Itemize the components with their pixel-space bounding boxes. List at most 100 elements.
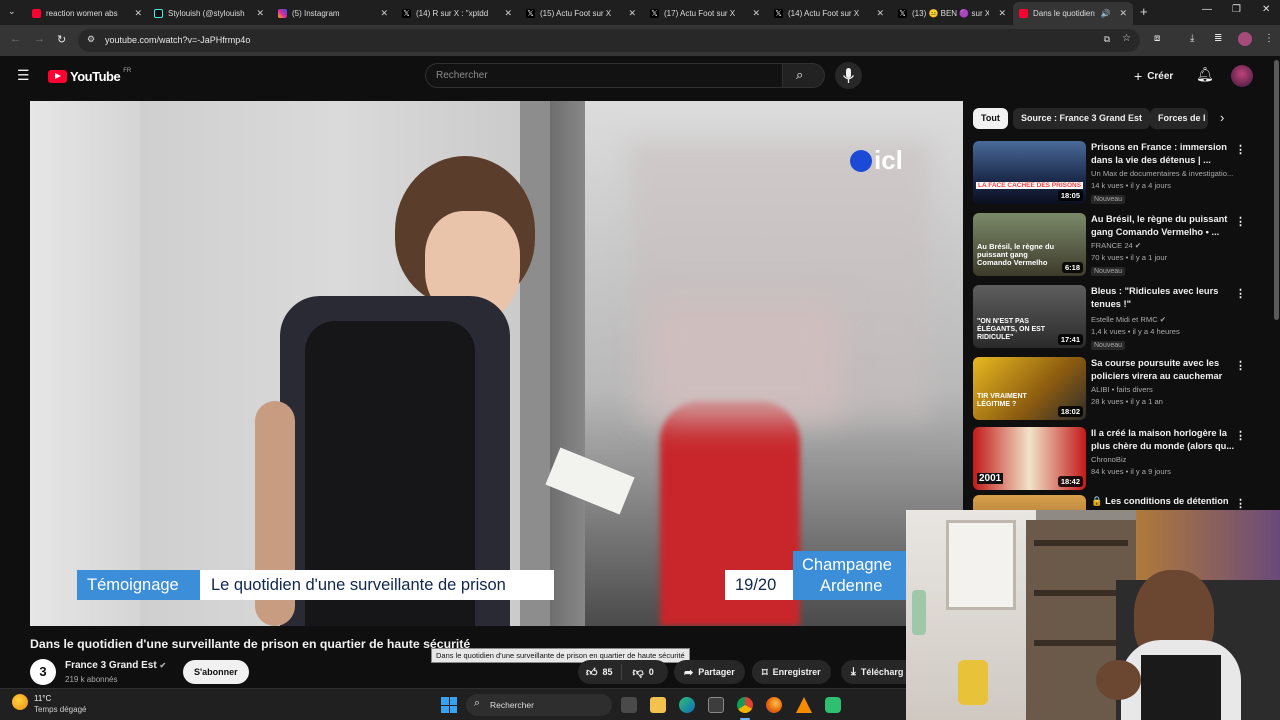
maximize-icon[interactable]: ❐ — [1232, 4, 1241, 15]
youtube-logo[interactable]: YouTube FR — [48, 68, 131, 84]
more-options-icon[interactable]: ⋮ — [1235, 215, 1246, 228]
related-channel[interactable]: Estelle Midi et RMC ✔ — [1091, 315, 1166, 324]
tab-close-icon[interactable]: ✕ — [256, 8, 264, 19]
related-title[interactable]: Au Brésil, le règne du puissant gang Com… — [1091, 213, 1241, 238]
voice-search-button[interactable] — [835, 62, 862, 89]
more-options-icon[interactable]: ⋮ — [1235, 143, 1246, 156]
page-scrollbar[interactable] — [1274, 60, 1279, 320]
tab-list-chevron-icon[interactable]: ⌄ — [8, 6, 16, 17]
tab-close-icon[interactable]: ✕ — [876, 8, 884, 19]
channel-name[interactable]: France 3 Grand Est ✔ — [65, 660, 166, 671]
extensions-icon[interactable]: ⧈ — [1154, 33, 1160, 44]
firefox-icon[interactable] — [766, 697, 782, 713]
vlc-icon[interactable] — [796, 697, 812, 713]
browser-menu-icon[interactable]: ⋮ — [1264, 33, 1274, 44]
download-icon[interactable]: ⤓ — [1190, 33, 1194, 44]
start-button[interactable] — [441, 697, 457, 713]
like-button[interactable]: 👍︎ 85 — [578, 664, 622, 680]
window-close-icon[interactable]: ✕ — [1262, 4, 1270, 15]
related-title[interactable]: Prisons en France : immersion dans la vi… — [1091, 141, 1241, 166]
video-thumbnail[interactable]: 2001 18:42 — [973, 427, 1086, 490]
video-thumbnail[interactable]: TIR VRAIMENT LÉGITIME ? 18:02 — [973, 357, 1086, 420]
video-thumbnail[interactable]: Au Brésil, le règne du puissant gang Com… — [973, 213, 1086, 276]
thumbs-up-icon: 👍︎ — [586, 666, 598, 679]
site-info-icon[interactable]: ⚙ — [87, 34, 95, 45]
browser-tab[interactable]: Stylouish (@stylouish ✕ — [148, 3, 270, 23]
tab-close-icon[interactable]: ✕ — [134, 8, 142, 19]
tab-close-icon[interactable]: ✕ — [752, 8, 760, 19]
related-video[interactable]: TIR VRAIMENT LÉGITIME ? 18:02 Sa course … — [973, 357, 1255, 423]
audio-playing-icon[interactable]: 🔊 — [1100, 9, 1110, 18]
file-explorer-icon[interactable] — [650, 697, 666, 713]
chip-source[interactable]: Source : France 3 Grand Est — [1013, 108, 1151, 129]
browser-tab[interactable]: 𝕏 (14) R sur X : "xptdd ✕ — [396, 3, 518, 23]
related-channel[interactable]: FRANCE 24 ✔ — [1091, 241, 1141, 250]
forward-icon[interactable]: → — [34, 33, 45, 45]
related-channel[interactable]: Un Max de documentaires & investigatio..… — [1091, 169, 1233, 178]
browser-tab[interactable]: reaction women abs ✕ — [26, 3, 148, 23]
video-player[interactable]: icl Témoignage Le quotidien d'une survei… — [30, 101, 963, 626]
chip-forces[interactable]: Forces de l — [1150, 108, 1208, 129]
weather-icon[interactable] — [12, 694, 28, 710]
reload-icon[interactable]: ↻ — [57, 33, 66, 46]
browser-tab[interactable]: 𝕏 (14) Actu Foot sur X ✕ — [768, 3, 890, 23]
tab-close-icon[interactable]: ✕ — [380, 8, 388, 19]
tab-close-icon[interactable]: ✕ — [1119, 8, 1127, 19]
more-options-icon[interactable]: ⋮ — [1235, 497, 1246, 510]
subscribe-button[interactable]: S'abonner — [183, 660, 249, 684]
video-thumbnail[interactable]: "ON N'EST PAS ÉLÉGANTS, ON EST RIDICULE"… — [973, 285, 1086, 348]
new-tab-icon[interactable]: + — [1140, 4, 1148, 19]
taskbar-search[interactable]: ⌕ Rechercher — [466, 694, 612, 716]
chrome-icon[interactable] — [737, 697, 753, 713]
related-title[interactable]: Bleus : "Ridicules avec leurs tenues !" — [1091, 285, 1241, 310]
bookmark-star-icon[interactable]: ☆ — [1122, 33, 1131, 44]
minimize-icon[interactable]: — — [1202, 4, 1212, 15]
install-app-icon[interactable]: ⧉ — [1104, 34, 1110, 45]
more-options-icon[interactable]: ⋮ — [1235, 359, 1246, 372]
related-title[interactable]: Il a créé la maison horlogère la plus ch… — [1091, 427, 1241, 452]
related-channel[interactable]: ALIBI • faits divers — [1091, 385, 1153, 394]
profile-avatar[interactable] — [1238, 32, 1252, 46]
more-options-icon[interactable]: ⋮ — [1235, 287, 1246, 300]
share-button[interactable]: ➦ Partager — [674, 660, 745, 684]
media-controls-icon[interactable]: ≣ — [1214, 33, 1222, 44]
chips-next-chevron-icon[interactable]: › — [1220, 110, 1224, 125]
notifications-bell-icon[interactable]: 🔔︎ — [1196, 66, 1214, 83]
channel-avatar[interactable]: 3 — [30, 659, 56, 685]
related-title[interactable]: 🔒 Les conditions de détention — [1091, 495, 1241, 508]
account-avatar[interactable] — [1231, 65, 1253, 87]
obs-icon[interactable] — [825, 697, 841, 713]
tab-close-icon[interactable]: ✕ — [504, 8, 512, 19]
hamburger-menu-icon[interactable]: ☰ — [17, 67, 30, 84]
chip-all[interactable]: Tout — [973, 108, 1008, 129]
video-thumbnail[interactable]: LA FACE CACHÉE DES PRISONS 18:05 — [973, 141, 1086, 204]
browser-tab[interactable]: 𝕏 (15) Actu Foot sur X ✕ — [520, 3, 642, 23]
related-video[interactable]: 🔒 Les conditions de détention ⋮ — [973, 495, 1255, 510]
browser-tab[interactable]: 𝕏 (13) 😐 BEN 🟣 sur X ✕ — [892, 3, 1012, 23]
related-video[interactable]: "ON N'EST PAS ÉLÉGANTS, ON EST RIDICULE"… — [973, 285, 1255, 351]
weather-temp[interactable]: 11°C — [34, 694, 51, 703]
related-video[interactable]: 2001 18:42 Il a créé la maison horlogère… — [973, 427, 1255, 493]
search-button[interactable]: ⌕ — [783, 63, 825, 88]
dislike-button[interactable]: 👎︎ 0 — [627, 666, 660, 679]
more-options-icon[interactable]: ⋮ — [1235, 429, 1246, 442]
tab-close-icon[interactable]: ✕ — [628, 8, 636, 19]
search-input[interactable]: Rechercher — [425, 63, 783, 88]
related-video[interactable]: Au Brésil, le règne du puissant gang Com… — [973, 213, 1255, 279]
browser-tab-active[interactable]: Dans le quotidien 🔊 ✕ — [1013, 2, 1133, 25]
video-thumbnail[interactable] — [973, 495, 1086, 510]
browser-tab[interactable]: (5) Instagram ✕ — [272, 3, 394, 23]
download-button[interactable]: ⤓ Télécharg — [841, 660, 906, 684]
task-view-icon[interactable] — [621, 697, 637, 713]
back-icon[interactable]: ← — [10, 33, 21, 45]
related-video[interactable]: LA FACE CACHÉE DES PRISONS 18:05 Prisons… — [973, 141, 1255, 207]
edge-icon[interactable] — [679, 697, 695, 713]
tab-close-icon[interactable]: ✕ — [998, 8, 1006, 19]
browser-tab[interactable]: 𝕏 (17) Actu Foot sur X ✕ — [644, 3, 766, 23]
store-icon[interactable] — [708, 697, 724, 713]
related-channel[interactable]: ChronoBiz — [1091, 455, 1126, 464]
create-button[interactable]: + Créer — [1126, 64, 1181, 88]
save-button[interactable]: ⌑ Enregistrer — [752, 660, 831, 684]
related-title[interactable]: Sa course poursuite avec les policiers v… — [1091, 357, 1241, 382]
address-bar[interactable]: ⚙ youtube.com/watch?v=-JaPHfrmp4o ⧉ ☆ — [78, 29, 1140, 52]
